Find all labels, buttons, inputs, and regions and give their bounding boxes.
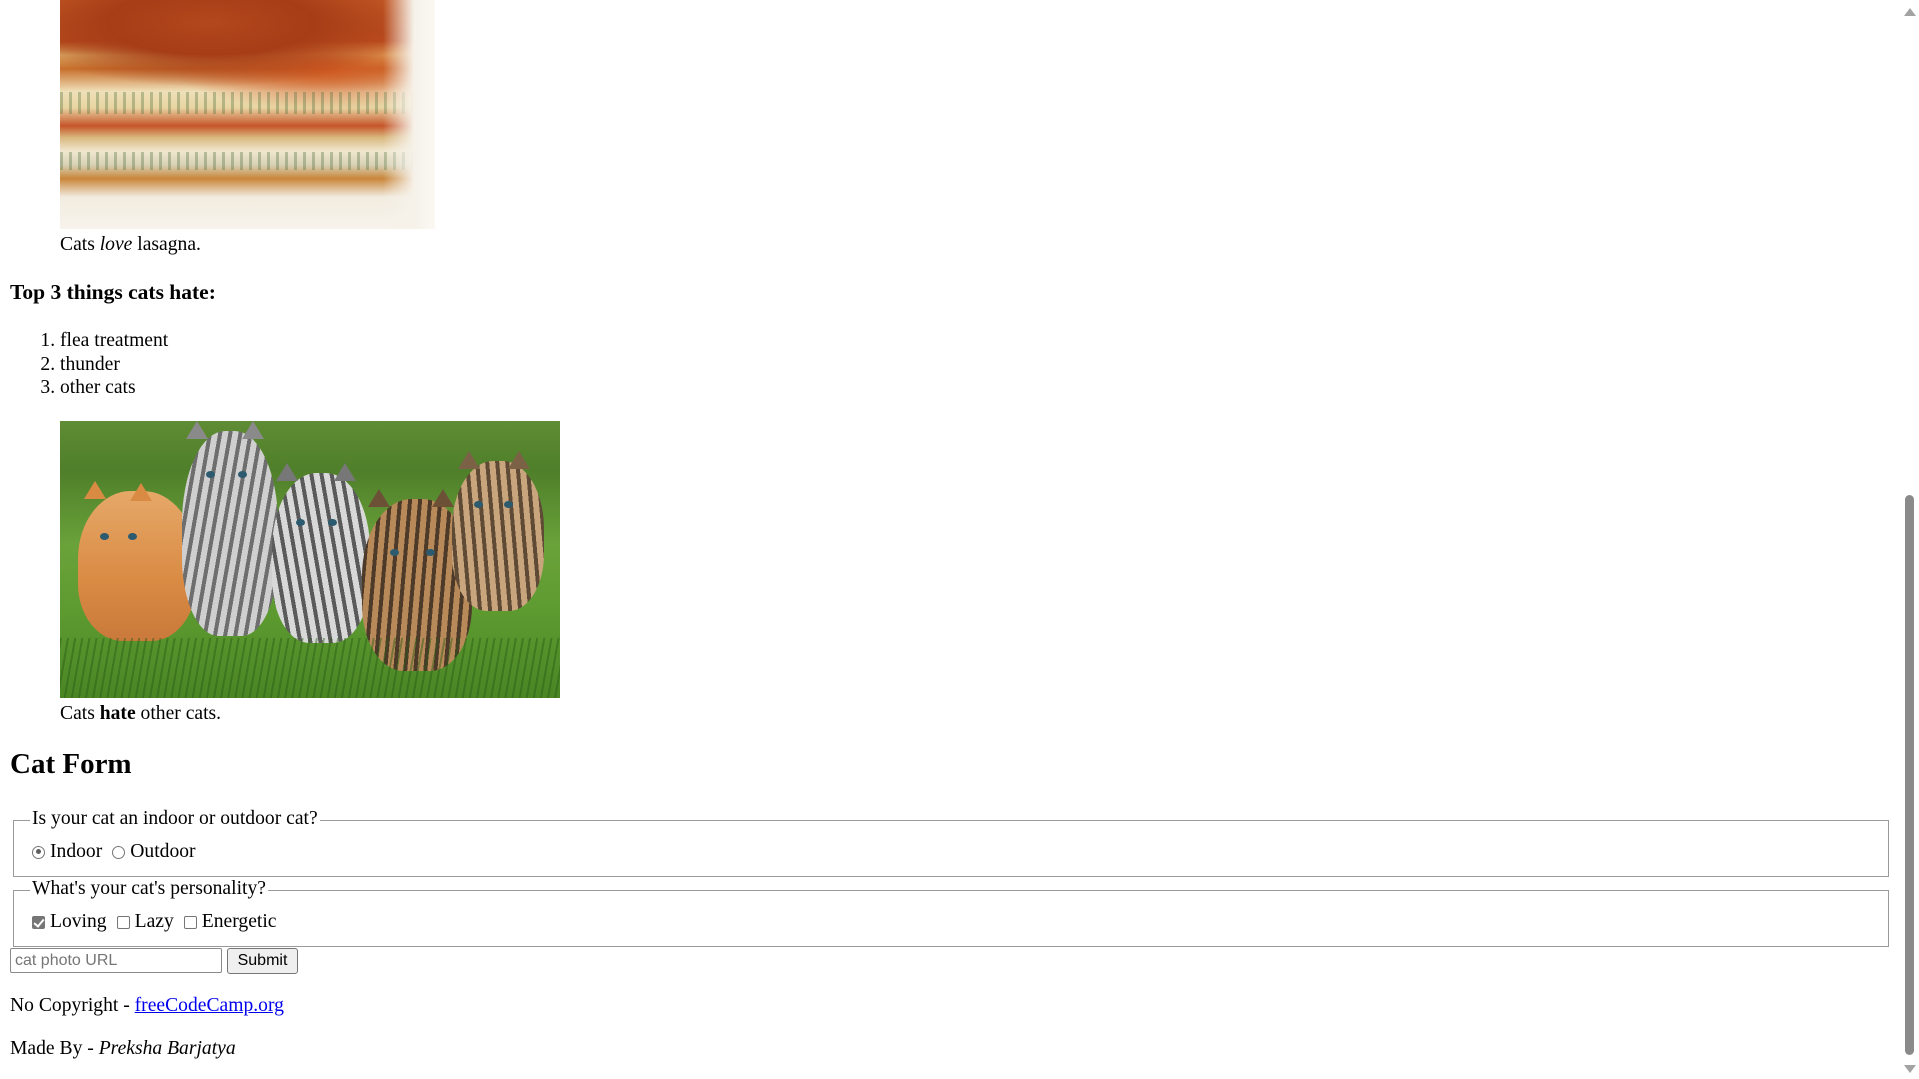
indoor-label[interactable]: Indoor <box>50 841 102 863</box>
caption-text: Cats <box>60 703 100 724</box>
cat-photo-url-input[interactable] <box>10 948 222 973</box>
kitten-grey-tabby <box>182 421 278 636</box>
list-item: other cats <box>60 376 168 400</box>
kittens-caption: Cats hate other cats. <box>60 703 221 725</box>
lasagna-caption: Cats love lasagna. <box>60 234 201 256</box>
made-by-line: Made By - Preksha Barjatya <box>10 1038 236 1060</box>
loving-checkbox[interactable] <box>32 915 45 929</box>
triangle-down-icon[interactable] <box>1904 1065 1916 1073</box>
lasagna-plate <box>382 0 435 229</box>
author-name: Preksha Barjatya <box>98 1038 236 1059</box>
copyright-line: No Copyright - freeCodeCamp.org <box>10 995 284 1017</box>
caption-strong: hate <box>99 703 136 724</box>
kitten-orange <box>78 481 196 641</box>
form-heading: Cat Form <box>10 748 132 780</box>
lazy-checkbox[interactable] <box>116 915 130 929</box>
lasagna-image[interactable] <box>60 0 435 229</box>
page: Cats love lasagna. Top 3 things cats hat… <box>0 0 1900 1079</box>
caption-text: Cats <box>60 234 100 255</box>
energetic-label[interactable]: Energetic <box>202 911 277 933</box>
outdoor-radio[interactable] <box>112 845 126 859</box>
kitten-back-tabby <box>452 451 544 611</box>
caption-text: other cats. <box>135 703 222 724</box>
made-by-text: Made By - <box>10 1038 99 1059</box>
location-options: Indoor Outdoor <box>32 841 206 863</box>
personality-options: Loving Lazy Energetic <box>32 911 287 933</box>
lasagna-spinach-layer <box>60 92 435 114</box>
scrollbar-thumb[interactable] <box>1905 495 1914 1055</box>
indoor-radio[interactable] <box>32 845 45 859</box>
list-item: thunder <box>60 353 168 377</box>
caption-emphasis: love <box>99 234 133 255</box>
caption-text: lasagna. <box>132 234 201 255</box>
personality-legend: What's your cat's personality? <box>30 878 268 900</box>
vertical-scrollbar[interactable] <box>1900 0 1919 1079</box>
kittens-image[interactable] <box>60 421 560 698</box>
grass <box>60 638 560 698</box>
energetic-checkbox[interactable] <box>183 915 197 929</box>
kitten-silver-tabby <box>272 463 370 643</box>
submit-button[interactable]: Submit <box>227 948 298 974</box>
lazy-label[interactable]: Lazy <box>135 911 174 933</box>
outdoor-label[interactable]: Outdoor <box>130 841 195 863</box>
location-fieldset: Is your cat an indoor or outdoor cat? In… <box>13 808 1889 877</box>
location-legend: Is your cat an indoor or outdoor cat? <box>30 808 320 830</box>
personality-fieldset: What's your cat's personality? Loving La… <box>13 878 1889 947</box>
lasagna-spinach-layer <box>60 152 435 170</box>
triangle-up-icon[interactable] <box>1904 8 1916 16</box>
freecodecamp-link[interactable]: freeCodeCamp.org <box>135 995 284 1016</box>
loving-label[interactable]: Loving <box>50 911 107 933</box>
copyright-text: No Copyright - <box>10 995 135 1016</box>
hate-heading: Top 3 things cats hate: <box>10 280 216 304</box>
hate-list: flea treatment thunder other cats <box>0 329 168 400</box>
list-item: flea treatment <box>60 329 168 353</box>
